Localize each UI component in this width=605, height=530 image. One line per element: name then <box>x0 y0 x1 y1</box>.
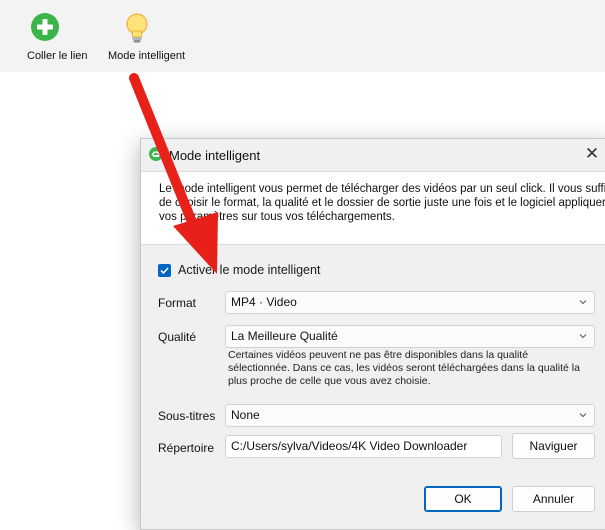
app-logo-icon <box>149 147 163 161</box>
subtitles-select[interactable]: None <box>225 404 595 427</box>
format-label: Format <box>158 296 197 310</box>
quality-select[interactable]: La Meilleure Qualité <box>225 325 595 348</box>
format-value: MP4 · Video <box>231 295 297 309</box>
cancel-button[interactable]: Annuler <box>512 486 595 512</box>
lightbulb-icon <box>122 12 152 46</box>
main-toolbar: Coller le lien Mode intelligent <box>0 0 605 72</box>
subtitles-value: None <box>231 408 260 422</box>
description-text: Le mode intelligent vous permet de téléc… <box>141 171 605 245</box>
plus-circle-icon <box>30 12 60 46</box>
dialog-title: Mode intelligent <box>169 148 261 163</box>
format-select[interactable]: MP4 · Video <box>225 291 595 314</box>
browse-button[interactable]: Naviguer <box>512 433 595 459</box>
ok-button[interactable]: OK <box>424 486 502 512</box>
paste-link-label: Coller le lien <box>27 50 88 62</box>
directory-input[interactable]: C:/Users/sylva/Videos/4K Video Downloade… <box>225 435 502 458</box>
smart-mode-label: Mode intelligent <box>108 50 186 62</box>
chevron-down-icon <box>578 409 588 419</box>
directory-label: Répertoire <box>158 441 215 455</box>
directory-value: C:/Users/sylva/Videos/4K Video Downloade… <box>231 439 468 453</box>
quality-value: La Meilleure Qualité <box>231 329 338 343</box>
enable-smart-mode-label: Activer le mode intelligent <box>178 263 321 277</box>
chevron-down-icon <box>578 330 588 340</box>
quality-note: Certaines vidéos peuvent ne pas être dis… <box>228 349 580 387</box>
subtitles-label: Sous-titres <box>158 409 216 423</box>
quality-label: Qualité <box>158 330 197 344</box>
smart-mode-button[interactable]: Mode intelligent <box>91 12 185 62</box>
checkmark-icon[interactable] <box>158 264 171 277</box>
dialog-titlebar[interactable]: Mode intelligent ✕ <box>141 139 605 171</box>
chevron-down-icon <box>578 296 588 306</box>
close-icon[interactable]: ✕ <box>581 143 603 165</box>
smart-mode-dialog: Mode intelligent ✕ Le mode intelligent v… <box>140 138 605 530</box>
paste-link-button[interactable]: Coller le lien <box>10 12 88 62</box>
